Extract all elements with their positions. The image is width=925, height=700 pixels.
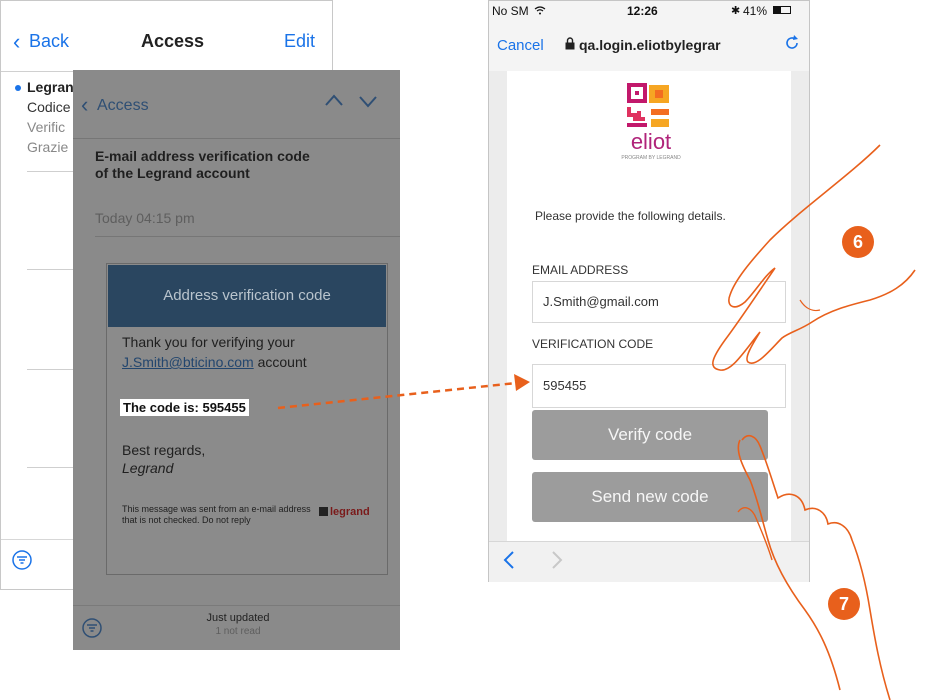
step-6-badge: 6 (842, 226, 874, 258)
pointing-hand-icon (799, 299, 821, 312)
step-7-badge: 7 (828, 588, 860, 620)
pointing-hand-icon (712, 144, 916, 371)
pointing-hand-icon (741, 434, 891, 700)
dashed-arrow (277, 381, 517, 410)
pointing-hand-icon (737, 439, 841, 691)
arrow-head-icon (514, 374, 530, 391)
annotation-layer (277, 144, 916, 700)
